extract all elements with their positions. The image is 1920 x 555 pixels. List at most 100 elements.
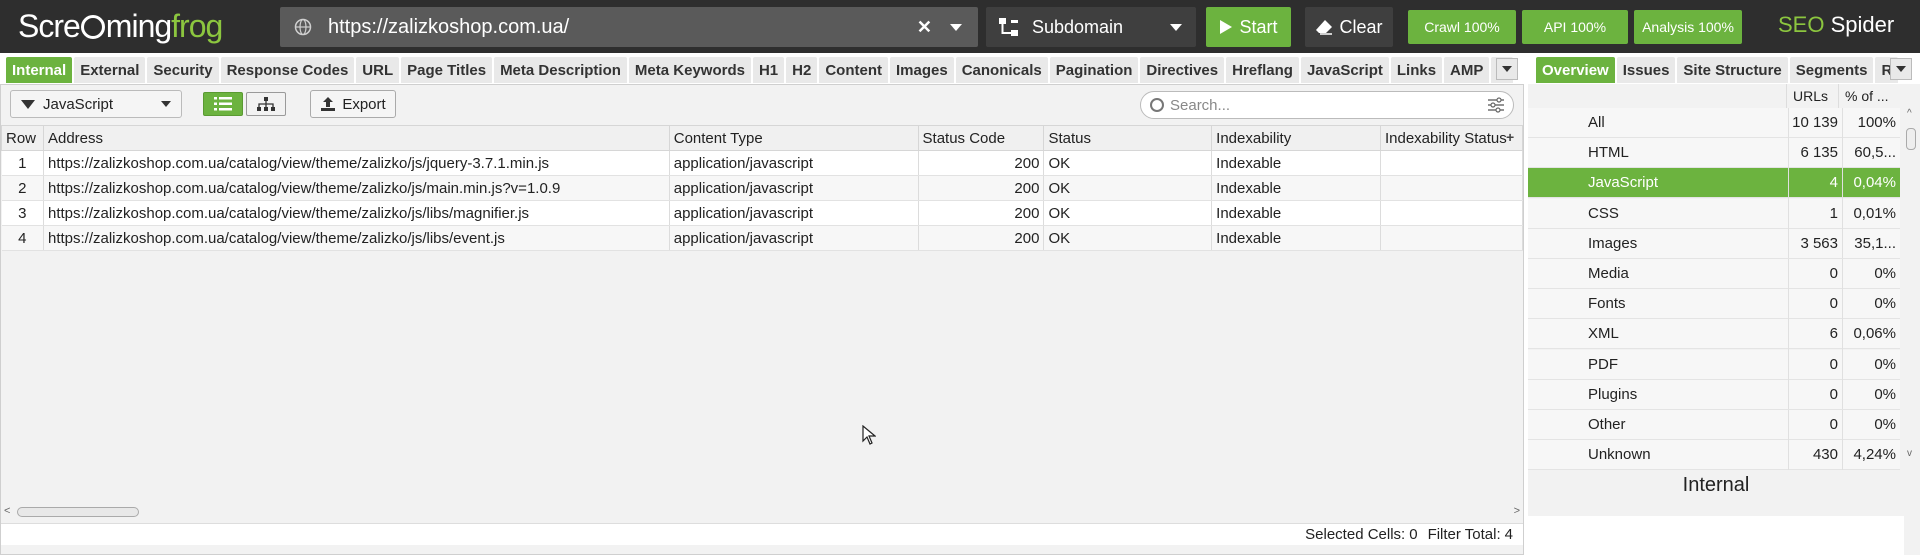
overview-row-images[interactable]: Images 3 563 35,1... (1528, 228, 1900, 259)
tree-view-button[interactable] (246, 92, 286, 116)
tab-page-titles[interactable]: Page Titles (401, 57, 493, 83)
column-header-address[interactable]: Address (42, 125, 670, 151)
table-cell-indexability-status[interactable] (1380, 200, 1524, 226)
table-row[interactable]: 1 https://zalizkoshop.com.ua/catalog/view… (1, 150, 1524, 176)
list-view-button[interactable] (203, 92, 243, 116)
tab-segments[interactable]: Segments (1789, 57, 1874, 83)
right-tabs-overflow-button[interactable] (1890, 58, 1912, 80)
tab-meta-description[interactable]: Meta Description (494, 57, 627, 83)
start-button[interactable]: Start (1206, 7, 1291, 47)
tab-content[interactable]: Content (819, 57, 888, 83)
overview-row-html[interactable]: HTML 6 135 60,5... (1528, 137, 1900, 169)
table-cell-content-type[interactable]: application/javascript (669, 175, 919, 201)
url-history-chevron-icon[interactable] (950, 23, 962, 31)
tab-security[interactable]: Security (147, 57, 219, 83)
table-cell-address[interactable]: https://zalizkoshop.com.ua/catalog/view/… (43, 225, 670, 251)
table-row[interactable]: 3 https://zalizkoshop.com.ua/catalog/view… (1, 200, 1524, 226)
scrollbar-thumb[interactable] (1906, 128, 1916, 150)
overview-row-all[interactable]: All 10 139 100% (1528, 107, 1900, 138)
scroll-down-icon[interactable]: v (1907, 448, 1912, 459)
tab-directives[interactable]: Directives (1140, 57, 1225, 83)
table-row[interactable]: 4 https://zalizkoshop.com.ua/catalog/view… (1, 225, 1524, 251)
tab-amp[interactable]: AMP (1444, 57, 1490, 83)
column-header-indexability-status[interactable]: Indexability Status (1379, 125, 1524, 151)
column-header-status-code[interactable]: Status Code (917, 125, 1045, 151)
tab-overview[interactable]: Overview (1536, 57, 1615, 83)
url-input[interactable]: https://zalizkoshop.com.ua/ ✕ (280, 7, 978, 47)
table-cell-content-type[interactable]: application/javascript (669, 200, 919, 226)
table-cell-indexability-status[interactable] (1380, 225, 1524, 251)
table-cell-indexability[interactable]: Indexable (1211, 200, 1381, 226)
tab-h1[interactable]: H1 (752, 57, 785, 83)
tabs-overflow-button[interactable] (1496, 58, 1518, 80)
overview-row-javascript[interactable]: JavaScript 4 0,04% (1528, 167, 1900, 199)
percent-column-header[interactable]: % of ... (1838, 84, 1888, 108)
tab-images[interactable]: Images (890, 57, 954, 83)
table-cell-indexability-status[interactable] (1380, 150, 1524, 176)
tab-internal[interactable]: Internal (6, 57, 73, 83)
table-cell-content-type[interactable]: application/javascript (669, 150, 919, 176)
overview-row-other[interactable]: Other 0 0% (1528, 409, 1900, 440)
add-column-icon[interactable]: + (1506, 129, 1514, 145)
tab-response-codes[interactable]: Response Codes (220, 57, 355, 83)
clear-url-icon[interactable]: ✕ (917, 17, 932, 38)
tab-javascript[interactable]: JavaScript (1300, 57, 1389, 83)
horizontal-scrollbar[interactable]: < > (1, 504, 1523, 520)
tab-meta-keywords[interactable]: Meta Keywords (628, 57, 751, 83)
vertical-scrollbar[interactable]: ^ v (1904, 108, 1918, 548)
table-cell-indexability-status[interactable] (1380, 175, 1524, 201)
tab-site-structure[interactable]: Site Structure (1677, 57, 1788, 83)
tab-hreflang[interactable]: Hreflang (1226, 57, 1299, 83)
search-input[interactable]: Search... (1140, 91, 1514, 119)
table-cell-status-code[interactable]: 200 (918, 200, 1045, 226)
table-cell-address[interactable]: https://zalizkoshop.com.ua/catalog/view/… (43, 150, 670, 176)
crawl-mode-select[interactable]: Subdomain (986, 7, 1196, 47)
scroll-up-icon[interactable]: ^ (1907, 108, 1912, 119)
table-cell-status[interactable]: OK (1043, 200, 1213, 226)
table-cell-status-code[interactable]: 200 (918, 225, 1045, 251)
tab-h2[interactable]: H2 (786, 57, 818, 83)
tab-canonicals[interactable]: Canonicals (955, 57, 1048, 83)
table-cell-indexability[interactable]: Indexable (1211, 175, 1381, 201)
column-header-content-type[interactable]: Content Type (668, 125, 919, 151)
scrollbar-thumb[interactable] (17, 507, 139, 517)
overview-row-css[interactable]: CSS 1 0,01% (1528, 198, 1900, 229)
tab-url[interactable]: URL (356, 57, 400, 83)
overview-row-unknown[interactable]: Unknown 430 4,24% (1528, 439, 1900, 471)
column-header-indexability[interactable]: Indexability (1211, 125, 1381, 151)
export-button[interactable]: Export (310, 90, 396, 118)
table-row[interactable]: 2 https://zalizkoshop.com.ua/catalog/view… (1, 175, 1524, 201)
scroll-left-icon[interactable]: < (4, 505, 10, 517)
tab-external[interactable]: External (74, 57, 146, 83)
tab-links[interactable]: Links (1390, 57, 1443, 83)
overview-row-plugins[interactable]: Plugins 0 0% (1528, 379, 1900, 410)
table-cell-indexability[interactable]: Indexable (1211, 225, 1381, 251)
overview-row-media[interactable]: Media 0 0% (1528, 258, 1900, 289)
table-cell-address[interactable]: https://zalizkoshop.com.ua/catalog/view/… (43, 175, 670, 201)
clear-button[interactable]: Clear (1305, 7, 1393, 47)
table-cell-address[interactable]: https://zalizkoshop.com.ua/catalog/view/… (43, 200, 670, 226)
overview-row-pdf[interactable]: PDF 0 0% (1528, 349, 1900, 380)
table-cell-status-code[interactable]: 200 (918, 175, 1045, 201)
table-cell-status[interactable]: OK (1043, 225, 1213, 251)
urls-column-header[interactable]: URLs (1786, 84, 1838, 108)
tab-pagination[interactable]: Pagination (1049, 57, 1139, 83)
table-cell-row[interactable]: 2 (1, 175, 44, 201)
table-cell-row[interactable]: 1 (1, 150, 44, 176)
table-cell-row[interactable]: 4 (1, 225, 44, 251)
table-cell-status[interactable]: OK (1043, 150, 1213, 176)
overview-row-xml[interactable]: XML 6 0,06% (1528, 318, 1900, 350)
filter-select[interactable]: JavaScript (10, 90, 182, 118)
table-cell-content-type[interactable]: application/javascript (669, 225, 919, 251)
column-header-status[interactable]: Status (1043, 125, 1213, 151)
table-cell-indexability[interactable]: Indexable (1211, 150, 1381, 176)
scroll-right-icon[interactable]: > (1514, 505, 1520, 517)
column-header-row[interactable]: Row (1, 125, 44, 151)
table-cell-status-code[interactable]: 200 (918, 150, 1045, 176)
overview-row-fonts[interactable]: Fonts 0 0% (1528, 288, 1900, 320)
overview-pct: 4,24% (1842, 439, 1900, 470)
sliders-icon[interactable] (1487, 97, 1505, 113)
table-cell-status[interactable]: OK (1043, 175, 1213, 201)
tab-issues[interactable]: Issues (1616, 57, 1676, 83)
table-cell-row[interactable]: 3 (1, 200, 44, 226)
